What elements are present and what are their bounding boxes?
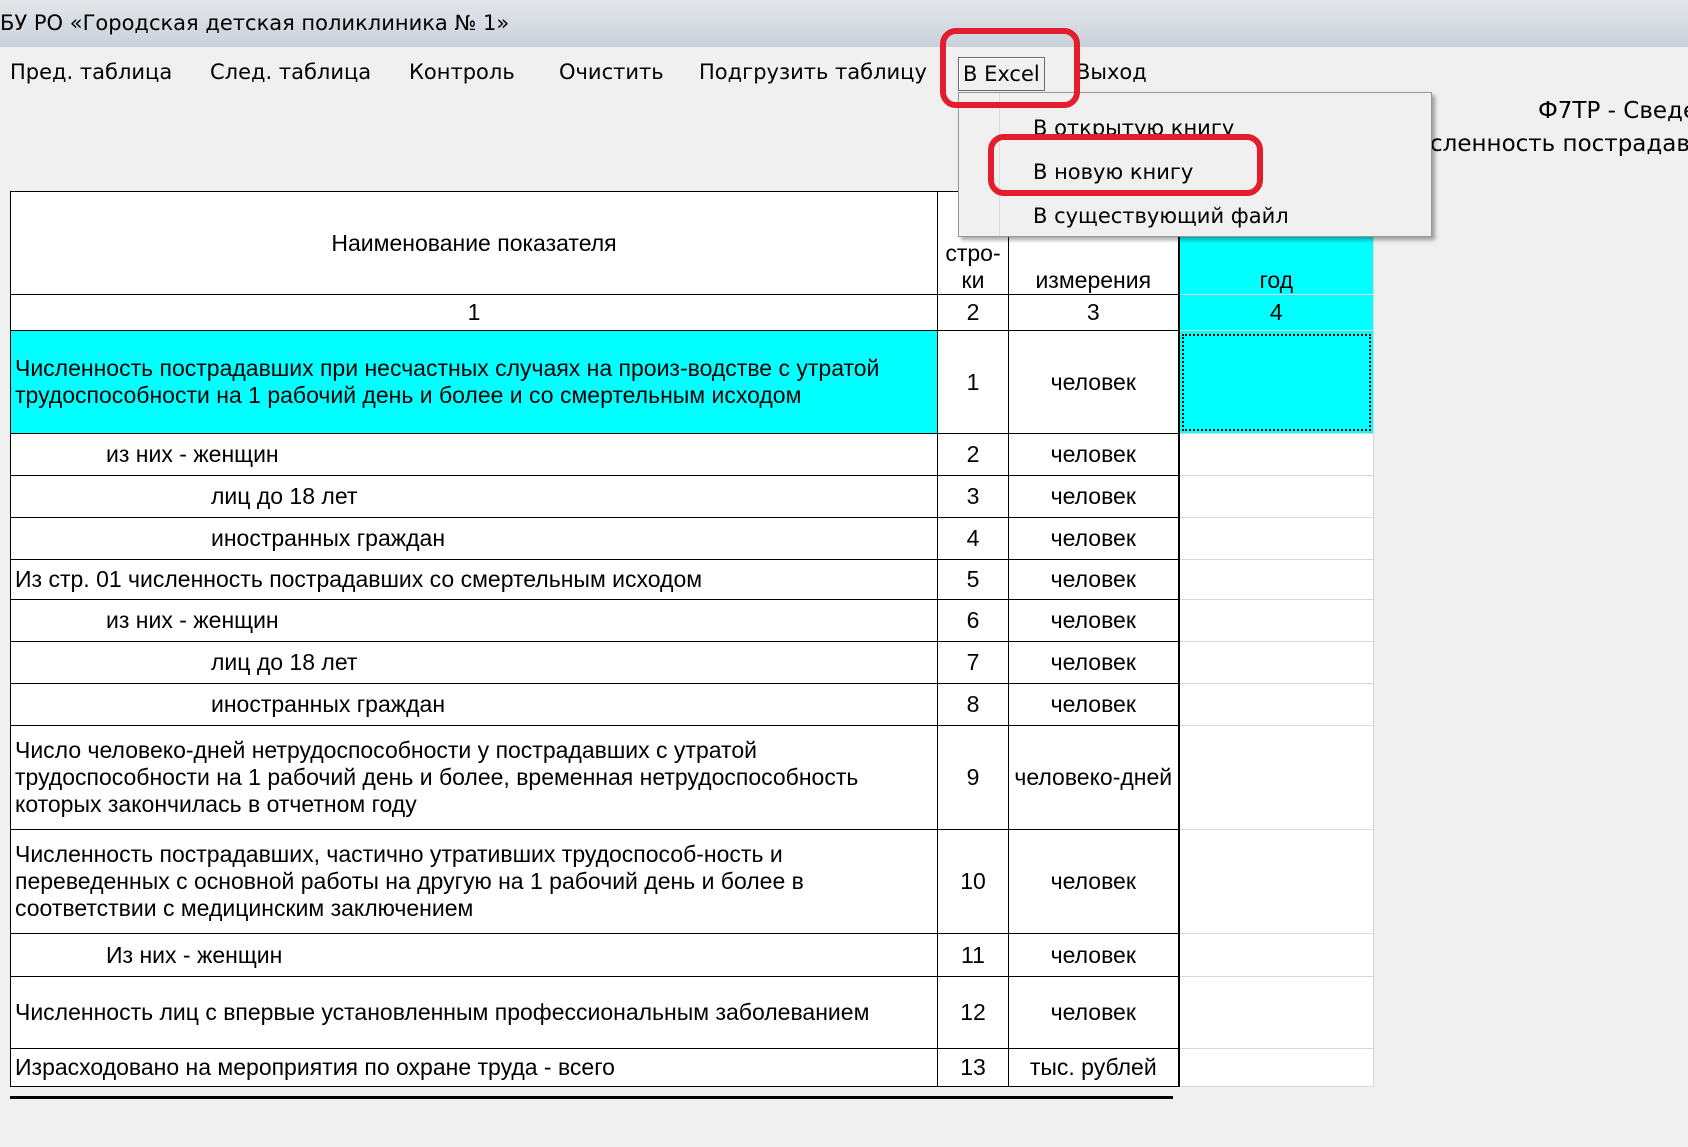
table-row: Израсходовано на мероприятия по охране т… xyxy=(10,1048,1374,1087)
row-number-cell: 13 xyxy=(937,1048,1009,1087)
colnum-4: 4 xyxy=(1177,294,1374,331)
row-number-cell: 3 xyxy=(937,475,1009,518)
row-number-cell: 12 xyxy=(937,976,1009,1049)
indicator-name-cell: лиц до 18 лет xyxy=(10,641,938,684)
table-row: иностранных граждан 4 человек xyxy=(10,517,1374,560)
form-subtitle: сленность пострадав xyxy=(1430,131,1688,157)
table-row: Из стр. 01 численность пострадавших со с… xyxy=(10,559,1374,600)
menu-item-prev-table[interactable]: Пред. таблица xyxy=(6,55,176,89)
indicator-name-cell: из них - женщин xyxy=(10,599,938,642)
table-row: Численность лиц с впервые установленным … xyxy=(10,976,1374,1049)
row-number-cell: 1 xyxy=(937,330,1009,434)
table-row: Число человеко-дней нетрудоспособности у… xyxy=(10,725,1374,830)
menu-item-control[interactable]: Контроль xyxy=(405,55,519,89)
header-indicator-name: Наименование показателя xyxy=(10,191,938,295)
indicator-name-cell: иностранных граждан xyxy=(10,683,938,726)
table-row: Численность пострадавших, частично утрат… xyxy=(10,829,1374,934)
unit-cell: человек xyxy=(1008,829,1179,934)
year-value-cell[interactable] xyxy=(1177,683,1374,726)
annotation-highlight-excel xyxy=(940,28,1080,108)
row-number-cell: 11 xyxy=(937,933,1009,977)
year-value-cell[interactable] xyxy=(1177,559,1374,600)
unit-cell: человек xyxy=(1008,683,1179,726)
row-number-cell: 2 xyxy=(937,433,1009,476)
table-row: из них - женщин 6 человек xyxy=(10,599,1374,642)
table-colnum-row: 1 2 3 4 xyxy=(10,294,1374,331)
unit-cell: человеко-дней xyxy=(1008,725,1179,830)
table-row: лиц до 18 лет 3 человек xyxy=(10,475,1374,518)
indicator-name-cell: лиц до 18 лет xyxy=(10,475,938,518)
year-value-cell[interactable] xyxy=(1177,330,1374,434)
year-value-cell[interactable] xyxy=(1177,433,1374,476)
menu-bar: Пред. таблица След. таблица Контроль Очи… xyxy=(0,55,1688,91)
colnum-2: 2 xyxy=(937,294,1009,331)
unit-cell: человек xyxy=(1008,559,1179,600)
indicator-name-cell: Численность лиц с впервые установленным … xyxy=(10,976,938,1049)
window-title-bar: БУ РО «Городская детская поликлиника № 1… xyxy=(0,0,1688,47)
window-title: БУ РО «Городская детская поликлиника № 1… xyxy=(0,11,510,35)
table-row: из них - женщин 2 человек xyxy=(10,433,1374,476)
year-value-cell[interactable] xyxy=(1177,641,1374,684)
year-value-cell[interactable] xyxy=(1177,976,1374,1049)
unit-cell: человек xyxy=(1008,599,1179,642)
menu-item-clear[interactable]: Очистить xyxy=(555,55,668,89)
annotation-highlight-new-book xyxy=(988,134,1263,196)
unit-cell: человек xyxy=(1008,517,1179,560)
form-title: Ф7ТР - Сведе xyxy=(1538,98,1688,124)
unit-cell: человек xyxy=(1008,976,1179,1049)
row-number-cell: 10 xyxy=(937,829,1009,934)
year-value-cell[interactable] xyxy=(1177,725,1374,830)
row-number-cell: 8 xyxy=(937,683,1009,726)
indicator-name-cell: из них - женщин xyxy=(10,433,938,476)
indicator-name-cell: Из них - женщин xyxy=(10,933,938,977)
unit-cell: тыс. рублей xyxy=(1008,1048,1179,1087)
year-value-cell[interactable] xyxy=(1177,475,1374,518)
indicator-name-cell: Израсходовано на мероприятия по охране т… xyxy=(10,1048,938,1087)
row-number-cell: 6 xyxy=(937,599,1009,642)
indicator-name-cell: Из стр. 01 численность пострадавших со с… xyxy=(10,559,938,600)
row-number-cell: 7 xyxy=(937,641,1009,684)
row-number-cell: 4 xyxy=(937,517,1009,560)
colnum-1: 1 xyxy=(10,294,938,331)
indicator-name-cell: Численность пострадавших, частично утрат… xyxy=(10,829,938,934)
table-row: иностранных граждан 8 человек xyxy=(10,683,1374,726)
table-bottom-border xyxy=(10,1096,1173,1099)
year-value-cell[interactable] xyxy=(1177,933,1374,977)
indicator-name-cell: Число человеко-дней нетрудоспособности у… xyxy=(10,725,938,830)
menu-item-exit[interactable]: Выход xyxy=(1072,55,1151,89)
colnum-3: 3 xyxy=(1008,294,1179,331)
table-row: лиц до 18 лет 7 человек xyxy=(10,641,1374,684)
row-number-cell: 9 xyxy=(937,725,1009,830)
year-value-cell[interactable] xyxy=(1177,599,1374,642)
unit-cell: человек xyxy=(1008,330,1179,434)
unit-cell: человек xyxy=(1008,475,1179,518)
unit-cell: человек xyxy=(1008,933,1179,977)
menu-item-load-table[interactable]: Подгрузить таблицу xyxy=(695,55,931,89)
year-value-cell[interactable] xyxy=(1177,517,1374,560)
indicator-name-cell: иностранных граждан xyxy=(10,517,938,560)
year-value-cell[interactable] xyxy=(1177,829,1374,934)
year-value-cell[interactable] xyxy=(1177,1048,1374,1087)
indicator-name-cell: Численность пострадавших при несчастных … xyxy=(10,330,938,434)
unit-cell: человек xyxy=(1008,641,1179,684)
report-table: Наименование показателя стро- ки измерен… xyxy=(10,191,1374,1087)
unit-cell: человек xyxy=(1008,433,1179,476)
row-number-cell: 5 xyxy=(937,559,1009,600)
table-row: Численность пострадавших при несчастных … xyxy=(10,330,1374,434)
menu-item-existing-file[interactable]: В существующий файл xyxy=(1033,199,1289,233)
table-row: Из них - женщин 11 человек xyxy=(10,933,1374,977)
menu-item-next-table[interactable]: След. таблица xyxy=(206,55,375,89)
